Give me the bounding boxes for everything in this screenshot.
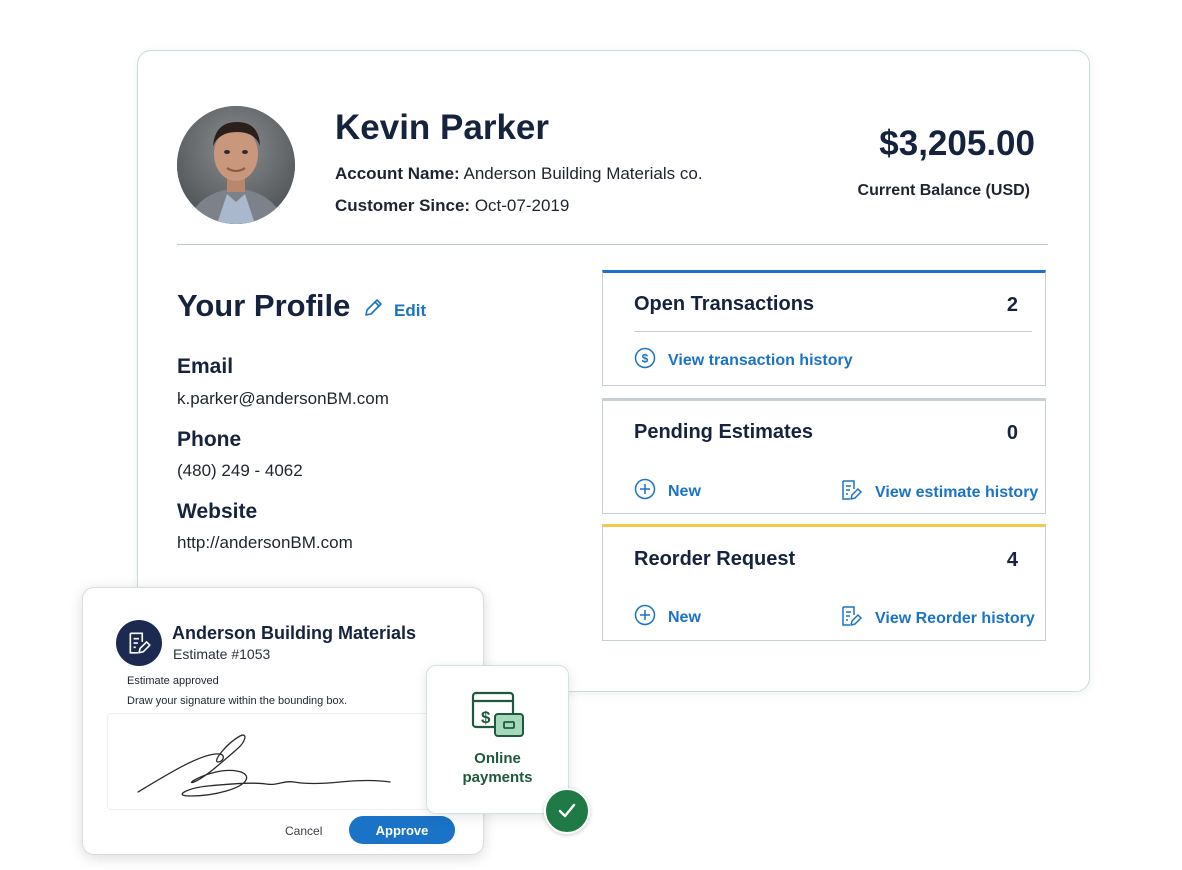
new-estimate-button[interactable]: New (634, 478, 701, 505)
account-name-row: Account Name: Anderson Building Material… (335, 164, 703, 184)
signature-box[interactable] (107, 713, 465, 810)
avatar (177, 106, 295, 224)
panel-divider (634, 331, 1032, 332)
reorder-request-count: 4 (1006, 549, 1018, 571)
online-payments-tile: $ Online payments (426, 665, 569, 814)
account-name-value: Anderson Building Materials co. (463, 164, 703, 183)
online-payments-label-line1: Online (474, 750, 521, 767)
header-divider (177, 244, 1048, 245)
svg-text:$: $ (481, 708, 491, 727)
online-payments-label: Online payments (427, 749, 568, 787)
pending-estimates-panel: Pending Estimates 0 New View estimate hi… (602, 398, 1046, 514)
document-edit-icon (839, 604, 863, 633)
edit-profile-button[interactable]: Edit (362, 297, 426, 324)
pending-estimates-title: Pending Estimates (634, 421, 813, 443)
phone-value: (480) 249 - 4062 (177, 461, 303, 480)
svg-text:$: $ (642, 352, 649, 366)
view-reorder-history-link[interactable]: View Reorder history (839, 604, 1035, 633)
customer-since-row: Customer Since: Oct-07-2019 (335, 196, 569, 216)
edit-label: Edit (394, 300, 427, 320)
reorder-request-title: Reorder Request (634, 548, 796, 570)
view-estimate-history-link[interactable]: View estimate history (839, 478, 1038, 507)
plus-circle-icon (634, 478, 656, 505)
document-edit-icon (116, 620, 162, 666)
check-icon (544, 788, 590, 834)
signature-drawing (137, 734, 391, 797)
view-transaction-history-label: View transaction history (668, 351, 853, 369)
cancel-button[interactable]: Cancel (285, 824, 322, 838)
plus-circle-icon (634, 604, 656, 631)
estimate-status: Estimate approved (127, 675, 219, 687)
email-label: Email (177, 355, 234, 378)
email-value: k.parker@andersonBM.com (177, 389, 389, 408)
estimate-signature-card: Anderson Building Materials Estimate #10… (82, 587, 484, 855)
pencil-icon (362, 297, 384, 324)
payment-card-icon: $ (471, 690, 525, 745)
customer-name: Kevin Parker (335, 108, 550, 147)
phone-label: Phone (177, 428, 242, 451)
approve-button[interactable]: Approve (349, 816, 455, 844)
new-estimate-label: New (668, 482, 701, 500)
account-name-label: Account Name: (335, 164, 460, 183)
estimate-number: Estimate #1053 (173, 646, 271, 662)
customer-since-value: Oct-07-2019 (474, 196, 570, 215)
new-reorder-button[interactable]: New (634, 604, 701, 631)
reorder-request-panel: Reorder Request 4 New View Reorder histo… (602, 524, 1046, 641)
dollar-circle-icon: $ (634, 347, 656, 374)
open-transactions-title: Open Transactions (634, 293, 815, 315)
balance-label: Current Balance (USD) (857, 182, 1030, 199)
website-value[interactable]: http://andersonBM.com (177, 533, 353, 553)
website-label: Website (177, 500, 258, 523)
customer-since-label: Customer Since: (335, 196, 471, 215)
document-edit-icon (839, 478, 863, 507)
online-payments-label-line2: payments (462, 769, 533, 786)
profile-title: Your Profile (177, 288, 351, 323)
open-transactions-panel: Open Transactions 2 $ View transaction h… (602, 270, 1046, 386)
view-reorder-history-label: View Reorder history (875, 609, 1035, 627)
balance-amount: $3,205.00 (879, 124, 1035, 163)
estimate-company: Anderson Building Materials (172, 623, 417, 643)
pending-estimates-count: 0 (1006, 422, 1018, 444)
view-transaction-history-link[interactable]: $ View transaction history (634, 347, 853, 374)
new-reorder-label: New (668, 608, 701, 626)
view-estimate-history-label: View estimate history (875, 483, 1039, 501)
open-transactions-count: 2 (1006, 294, 1018, 316)
signature-instruction: Draw your signature within the bounding … (127, 695, 348, 707)
